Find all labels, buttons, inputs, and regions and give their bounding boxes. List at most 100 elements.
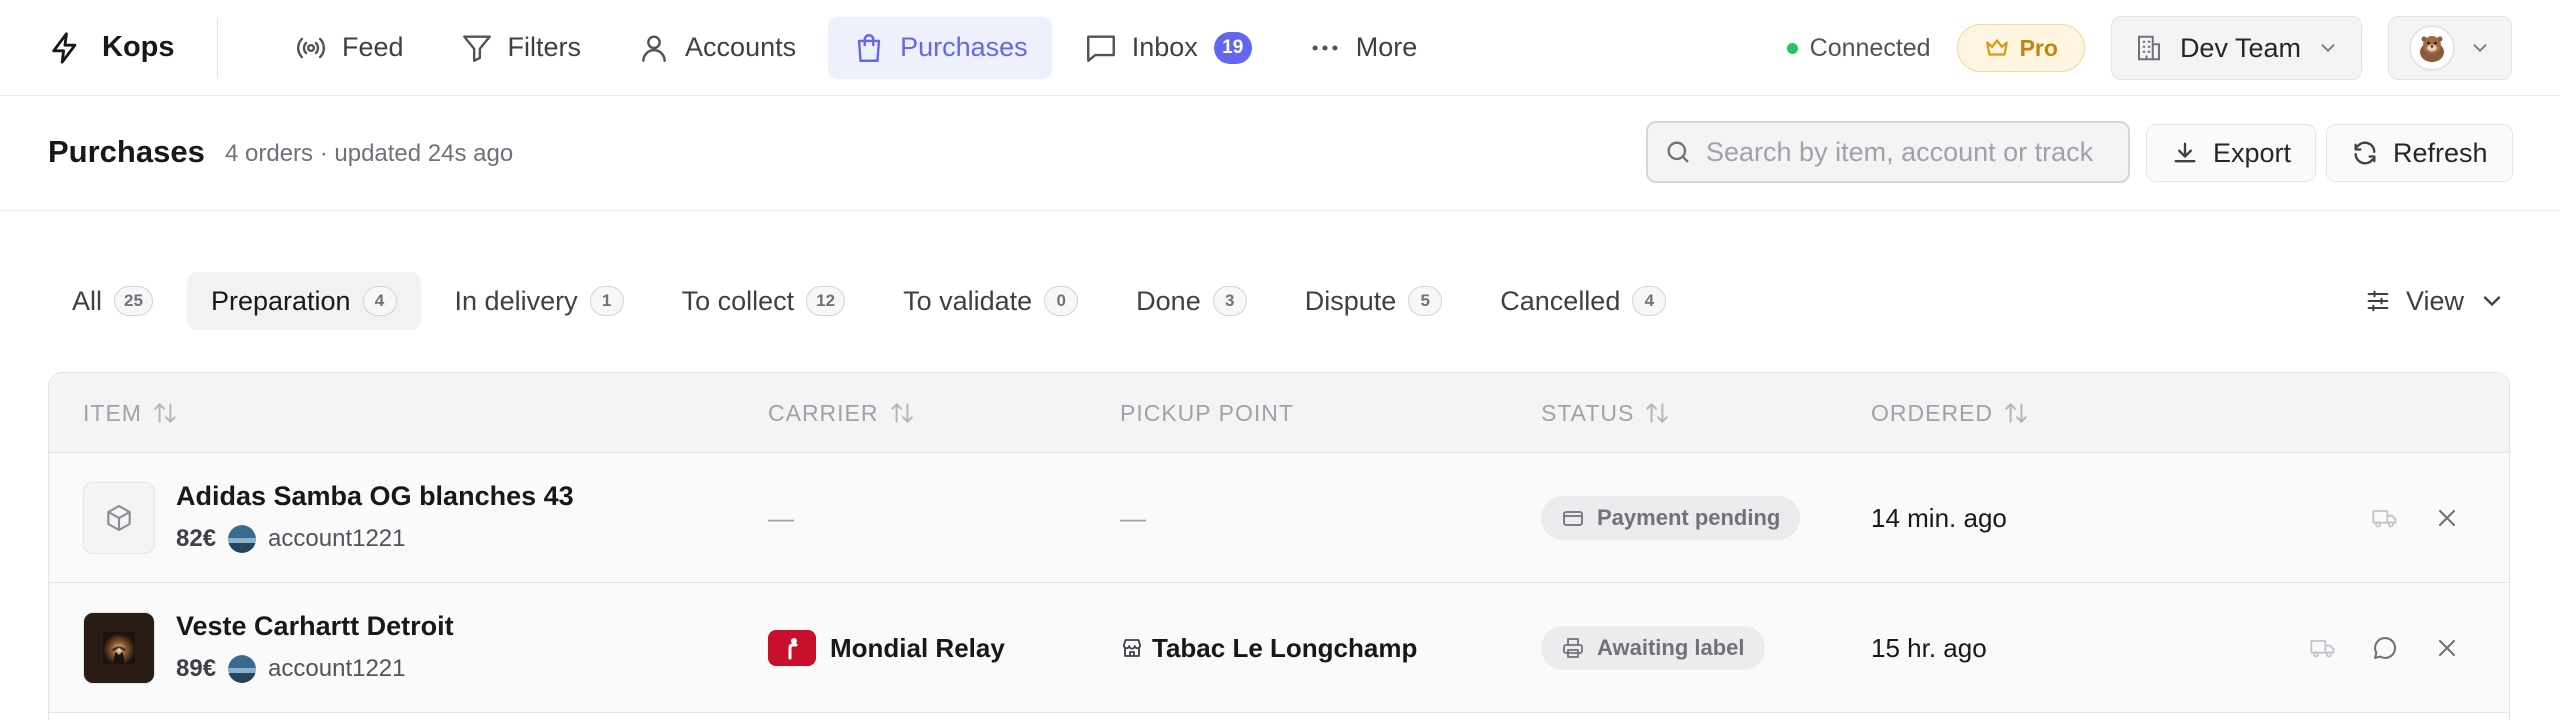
tab-label: All <box>72 285 103 316</box>
tab-dispute[interactable]: Dispute 5 <box>1281 272 1467 330</box>
account-name[interactable]: account1221 <box>268 525 405 553</box>
close-icon[interactable] <box>2433 634 2461 662</box>
refresh-label: Refresh <box>2393 137 2488 168</box>
tab-in-delivery[interactable]: In delivery 1 <box>431 272 648 330</box>
nav-item-feed[interactable]: Feed <box>270 17 428 79</box>
tab-count: 4 <box>1632 286 1667 316</box>
filter-icon <box>462 34 491 62</box>
nav-label: Filters <box>507 32 582 62</box>
item-meta: 82€ account1221 <box>176 525 406 553</box>
tab-label: Dispute <box>1304 285 1397 316</box>
top-navigation-bar: Kops Feed Filters Accounts Purchases Inb… <box>0 0 2560 96</box>
ordered-time: 15 hr. ago <box>1871 632 1987 663</box>
tab-cancelled[interactable]: Cancelled 4 <box>1476 272 1690 330</box>
shopping-bag-icon <box>857 33 881 62</box>
tab-preparation[interactable]: Preparation 4 <box>186 272 421 330</box>
connection-status: Connected <box>1786 33 1931 63</box>
refresh-button[interactable]: Refresh <box>2326 124 2513 182</box>
column-label: CARRIER <box>768 399 879 426</box>
more-icon <box>1312 44 1338 51</box>
team-selector[interactable]: Dev Team <box>2110 16 2362 80</box>
nav-item-filters[interactable]: Filters <box>436 17 606 79</box>
sort-icon <box>890 403 913 423</box>
inbox-unread-badge: 19 <box>1213 31 1252 64</box>
tab-label: In delivery <box>454 285 578 316</box>
tab-label: Cancelled <box>1500 285 1621 316</box>
truck-icon[interactable] <box>2371 504 2399 532</box>
tab-count: 25 <box>114 286 153 316</box>
nav-item-more[interactable]: More <box>1284 17 1442 79</box>
building-icon <box>2137 35 2160 61</box>
topbar-right: Connected Pro Dev Team <box>1786 16 2512 80</box>
column-label: ITEM <box>83 399 142 426</box>
nav-label: Accounts <box>685 32 797 62</box>
export-button[interactable]: Export <box>2146 124 2317 182</box>
search-input[interactable] <box>1706 136 2106 168</box>
table-row[interactable]: Veste Carhartt Detroit 89€ account1221 M… <box>49 583 2509 713</box>
ordered-time: 14 min. ago <box>1871 502 2007 533</box>
account-name[interactable]: account1221 <box>268 655 405 683</box>
status-badge: Payment pending <box>1541 496 1801 540</box>
chevron-down-icon <box>2483 296 2501 307</box>
table-row[interactable]: Adidas Samba OG blanches 43 82€ account1… <box>49 453 2509 583</box>
column-header-item[interactable]: ITEM <box>83 373 178 453</box>
status-badge: Awaiting label <box>1541 626 1765 670</box>
status-cell: Payment pending <box>1541 453 1801 583</box>
search-icon <box>1667 141 1689 163</box>
main-nav: Feed Filters Accounts Purchases Inbox 19… <box>270 16 1442 79</box>
pickup-point-cell[interactable]: Tabac Le Longchamp <box>1120 583 1417 713</box>
otter-avatar <box>2409 25 2455 71</box>
tab-all[interactable]: All 25 <box>48 272 177 330</box>
page-header: Purchases 4 orders · updated 24s ago Exp… <box>0 96 2560 211</box>
column-label: ORDERED <box>1871 399 1994 426</box>
tab-count: 1 <box>589 286 624 316</box>
pickup-point-name: Tabac Le Longchamp <box>1152 632 1418 663</box>
view-options-button[interactable]: View <box>2350 272 2520 330</box>
column-label: PICKUP POINT <box>1120 399 1294 426</box>
pro-badge[interactable]: Pro <box>1956 24 2085 72</box>
tab-to-collect[interactable]: To collect 12 <box>658 272 869 330</box>
status-cell: Awaiting label <box>1541 583 1765 713</box>
tab-count: 5 <box>1408 286 1443 316</box>
item-thumbnail <box>83 482 155 554</box>
item-thumbnail-photo <box>83 612 155 684</box>
nav-label: Purchases <box>900 32 1028 62</box>
tab-done[interactable]: Done 3 <box>1112 272 1271 330</box>
nav-label: More <box>1355 32 1418 62</box>
nav-item-accounts[interactable]: Accounts <box>613 17 820 79</box>
sort-icon <box>154 403 176 423</box>
tab-label: Preparation <box>210 285 351 316</box>
export-label: Export <box>2213 137 2292 168</box>
tab-count: 4 <box>362 286 397 316</box>
status-label: Awaiting label <box>1597 635 1745 660</box>
pickup-point-empty: — <box>1120 502 1146 533</box>
broadcast-icon <box>297 37 325 58</box>
brand[interactable]: Kops <box>0 17 218 78</box>
chevron-down-icon <box>2473 44 2487 53</box>
nav-item-inbox[interactable]: Inbox 19 <box>1060 17 1276 79</box>
search-box[interactable] <box>1646 121 2130 183</box>
close-icon[interactable] <box>2433 504 2461 532</box>
carrier-name: Mondial Relay <box>830 632 1005 663</box>
user-menu-button[interactable] <box>2388 16 2512 80</box>
team-name: Dev Team <box>2179 32 2301 63</box>
connection-label: Connected <box>1809 33 1931 62</box>
item-title[interactable]: Veste Carhartt Detroit <box>176 611 454 642</box>
status-dot <box>1786 42 1798 54</box>
truck-icon[interactable] <box>2309 634 2337 662</box>
tab-count: 3 <box>1212 286 1247 316</box>
column-header-ordered[interactable]: ORDERED <box>1871 373 2029 453</box>
nav-item-purchases[interactable]: Purchases <box>828 16 1052 79</box>
credit-card-icon <box>1563 511 1583 526</box>
column-header-carrier[interactable]: CARRIER <box>768 373 915 453</box>
column-header-status[interactable]: STATUS <box>1541 373 1670 453</box>
tab-label: Done <box>1136 285 1201 316</box>
tab-to-validate[interactable]: To validate 0 <box>879 272 1102 330</box>
pro-label: Pro <box>2019 34 2058 61</box>
mondial-relay-logo-icon <box>768 630 816 666</box>
item-title[interactable]: Adidas Samba OG blanches 43 <box>176 481 574 512</box>
item-price: 82€ <box>176 525 217 552</box>
item-meta: 89€ account1221 <box>176 655 406 683</box>
chat-icon[interactable] <box>2371 634 2399 662</box>
sort-icon <box>1646 403 1669 423</box>
